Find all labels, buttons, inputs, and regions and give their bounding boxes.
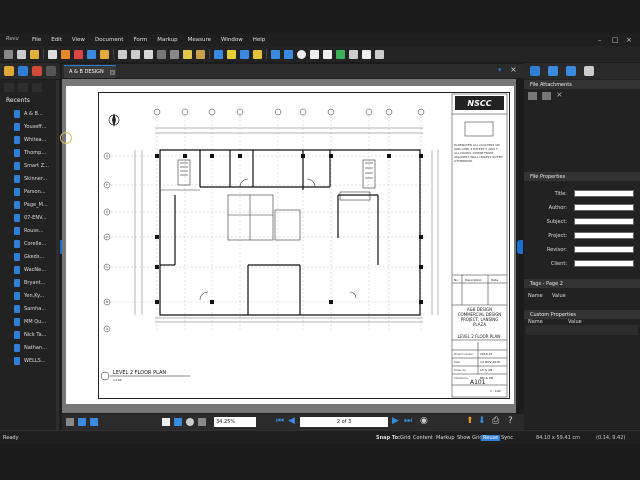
show-grid-toggle[interactable]: Show Grid — [457, 435, 483, 441]
download-icon[interactable]: ⬇ — [478, 416, 486, 426]
svg-text:LH & AB: LH & AB — [480, 368, 492, 372]
previous-page-icon[interactable]: ◀ — [288, 416, 295, 426]
file-properties-header[interactable]: File Properties — [524, 172, 640, 181]
view-scale: 1:100 — [113, 378, 122, 382]
pen-tab-icon[interactable] — [584, 66, 594, 76]
seal-icon — [464, 121, 494, 137]
previous-view-icon[interactable]: ◉ — [420, 416, 428, 426]
next-page-icon[interactable]: ▶ — [392, 416, 399, 426]
hand-tool-icon[interactable] — [162, 418, 170, 426]
sync-toggle[interactable]: Sync — [501, 435, 513, 441]
snap-grid-toggle[interactable]: Grid — [400, 435, 411, 441]
snap-content-toggle[interactable]: Content — [413, 435, 433, 441]
revisor-field[interactable] — [574, 246, 634, 253]
select-tool-icon[interactable] — [174, 418, 182, 426]
svg-text:NSCC: NSCC — [467, 99, 491, 108]
first-page-icon[interactable]: ⏮ — [276, 416, 284, 426]
app-window: Revu File Edit View Document Form Markup… — [0, 0, 640, 480]
zoom-level-field[interactable]: 34.25% — [214, 417, 256, 427]
collapse-right-panel-handle[interactable] — [517, 240, 523, 254]
custom-properties-row[interactable] — [526, 325, 638, 335]
status-text: Ready — [3, 435, 19, 441]
cursor-indicator — [60, 132, 72, 144]
svg-text:Date: Date — [454, 360, 460, 364]
sheet-scale: 1 : 100 — [490, 389, 501, 393]
grid-view-icon[interactable] — [66, 418, 74, 426]
view-title: LEVEL 2 FLOOR PLAN — [113, 370, 166, 376]
zoom-tool-icon[interactable] — [186, 418, 194, 426]
status-bar: Ready Snap To: Grid Content Markup Show … — [0, 430, 640, 444]
attach-folder-icon[interactable] — [542, 92, 551, 100]
drawing-notes: ELIMINATED ALL COLUMNS ON GRID LINE 3 EX… — [454, 143, 503, 163]
sync-view-icon[interactable] — [90, 418, 98, 426]
svg-text:Project number: Project number — [454, 352, 474, 356]
page-number-field[interactable]: 2 of 3 — [300, 417, 388, 427]
project-title: A&B DESIGN COMMERCIAL DESIGN PROJECT, LA… — [457, 307, 502, 327]
svg-text:2018-07: 2018-07 — [480, 352, 493, 356]
attach-icon[interactable] — [528, 92, 537, 100]
svg-text:Checked by: Checked by — [454, 376, 469, 380]
right-panel-tabs — [524, 63, 640, 79]
zoom-menu-icon[interactable] — [198, 418, 206, 426]
north-arrow-icon — [108, 113, 120, 127]
custom-properties-header[interactable]: Custom Properties — [524, 310, 640, 319]
svg-text:No.: No. — [454, 278, 459, 282]
snap-to-label: Snap To: — [376, 435, 401, 441]
sheet-name: LEVEL 2 FLOOR PLAN — [458, 334, 501, 339]
grid-bubble-label: B — [106, 300, 108, 304]
reuse-toggle[interactable]: Reuse — [481, 435, 501, 441]
tags-header[interactable]: Tags - Page 2 — [524, 279, 640, 288]
remove-attachment-icon[interactable]: × — [556, 90, 563, 99]
sheet-number: A101 — [470, 379, 486, 386]
help-icon[interactable]: ? — [508, 416, 513, 426]
svg-text:Description: Description — [465, 278, 482, 282]
client-field[interactable] — [574, 260, 634, 267]
properties-tab-icon[interactable] — [530, 66, 540, 76]
svg-text:Drawn by: Drawn by — [454, 368, 466, 372]
file-attachments-header[interactable]: File Attachments — [524, 80, 640, 89]
layers-tab-icon[interactable] — [566, 66, 576, 76]
print-icon[interactable]: ⎙ — [492, 416, 499, 426]
svg-text:14 NOV 2018: 14 NOV 2018 — [480, 360, 500, 364]
svg-text:Date: Date — [491, 278, 498, 282]
snap-markup-toggle[interactable]: Markup — [436, 435, 455, 441]
properties-panel: File Attachments × File Properties Tags … — [524, 79, 640, 429]
author-field[interactable] — [574, 204, 634, 211]
upload-icon[interactable]: ⬆ — [466, 416, 474, 426]
project-field[interactable] — [574, 232, 634, 239]
subject-field[interactable] — [574, 218, 634, 225]
grid-bubble-label: F — [106, 183, 108, 187]
grid-bubble-label: C — [106, 265, 108, 269]
split-view-icon[interactable] — [78, 418, 86, 426]
title-field[interactable] — [574, 190, 634, 197]
cursor-coordinates: (0.14, 9.42) — [596, 435, 626, 441]
last-page-icon[interactable]: ⏭ — [404, 416, 412, 426]
page-dimensions: 84.10 x 59.41 cm — [536, 435, 580, 441]
grid-bubble-label: E — [106, 210, 108, 214]
navigation-bar: 34.25% ⏮ ◀ 2 of 3 ▶ ⏭ ◉ ⬆ ⬇ ⎙ ? — [62, 414, 524, 430]
attachments-tab-icon[interactable] — [548, 66, 558, 76]
